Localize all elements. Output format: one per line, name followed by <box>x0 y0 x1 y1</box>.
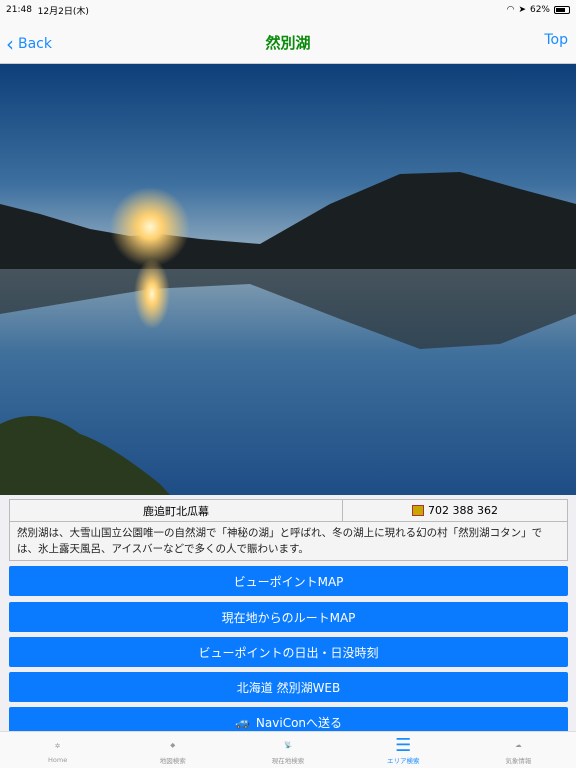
tab-location-search[interactable]: 📡 現在地検索 <box>230 732 345 768</box>
location-icon: ➤ <box>518 5 526 15</box>
wifi-icon: ◠ <box>506 5 515 15</box>
viewpoint-map-button[interactable]: ビューポイントMAP <box>9 566 568 596</box>
tab-area-search[interactable]: ☰ エリア検索 <box>346 732 461 768</box>
page-title: 然別湖 <box>265 34 311 52</box>
mapcode: 702 388 362 <box>343 500 567 521</box>
status-date: 12月2日(木) <box>37 6 89 17</box>
status-time: 21:48 <box>6 5 32 15</box>
home-icon: ✲ <box>54 742 61 750</box>
status-bar: 21:48 12月2日(木) ◠ ➤ 62% <box>0 0 576 20</box>
web-button[interactable]: 北海道 然別湖WEB <box>9 672 568 702</box>
tab-weather[interactable]: ☁ 気象情報 <box>461 732 576 768</box>
tab-label: 現在地検索 <box>271 757 305 765</box>
tab-bar: ✲ Home ◆ 地図検索 📡 現在地検索 ☰ エリア検索 ☁ 気象情報 <box>0 731 576 768</box>
description: 然別湖は、大雪山国立公園唯一の自然湖で「神秘の湖」と呼ばれ、冬の湖上に現れる幻の… <box>17 527 543 555</box>
navicon-label: NaviConへ送る <box>255 715 343 730</box>
car-icon: 🚙 <box>234 715 250 729</box>
battery-percent: 62% <box>529 5 550 15</box>
tab-home[interactable]: ✲ Home <box>0 732 115 768</box>
weather-icon: ☁ <box>515 741 522 749</box>
route-map-button[interactable]: 現在地からのルートMAP <box>9 602 568 632</box>
hokkaido-map-icon: ◆ <box>170 741 176 749</box>
mapcode-icon <box>412 505 424 516</box>
sunrise-sunset-button[interactable]: ビューポイントの日出・日没時刻 <box>9 637 568 667</box>
tab-label: 気象情報 <box>505 757 532 765</box>
address: 鹿追町北瓜幕 <box>10 500 343 521</box>
tab-label: エリア検索 <box>386 757 420 765</box>
satellite-dish-icon: 📡 <box>283 741 293 749</box>
list-icon: ☰ <box>395 734 412 756</box>
tab-label: 地図検索 <box>159 757 186 765</box>
tab-map-search[interactable]: ◆ 地図検索 <box>115 732 230 768</box>
lake-photo <box>0 64 576 495</box>
mapcode-value: 702 388 362 <box>428 504 498 517</box>
top-button[interactable]: Top <box>544 32 568 48</box>
tab-label: Home <box>48 756 68 764</box>
battery-icon <box>554 6 570 14</box>
info-table: 鹿追町北瓜幕 702 388 362 然別湖は、大雪山国立公園唯一の自然湖で「神… <box>9 499 568 561</box>
navigation-bar: ‹ Back 然別湖 Top <box>0 20 576 64</box>
